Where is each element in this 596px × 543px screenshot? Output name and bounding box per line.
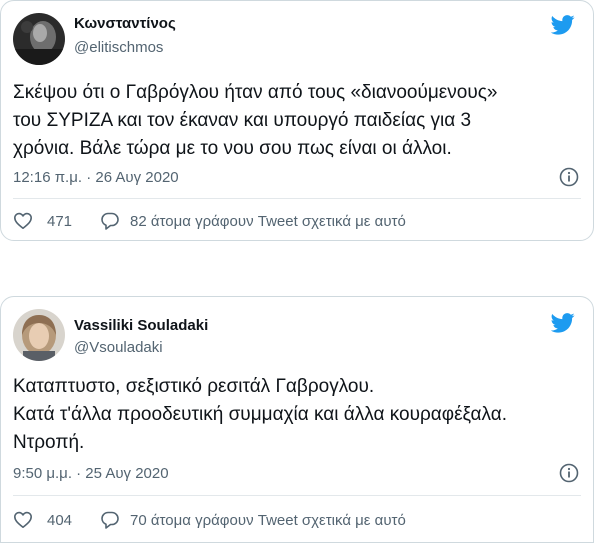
tweet-text-line: Καταπτυστο, σεξιστικό ρεσιτάλ Γαβρογλου. — [13, 376, 375, 397]
tweet-actions: 471 82 άτομα γράφουν Tweet σχετικά με αυ… — [13, 211, 406, 231]
tweet-text-line: του ΣΥΡΙΖΑ και τον έκαναν και υπουργό πα… — [13, 110, 472, 131]
twitter-bird-icon[interactable] — [551, 313, 575, 333]
info-icon[interactable] — [559, 167, 579, 187]
like-count[interactable]: 404 — [47, 512, 72, 529]
replies-link[interactable]: 70 άτομα γράφουν Tweet σχετικά με αυτό — [130, 512, 406, 529]
tweet-text: Καταπτυστο, σεξιστικό ρεσιτάλ Γαβρογλου.… — [13, 373, 583, 457]
tweet-text-line: Σκέψου ότι ο Γαβρόγλου ήταν από τους «δι… — [13, 82, 498, 103]
avatar[interactable] — [13, 13, 65, 65]
heart-icon[interactable] — [13, 211, 33, 231]
tweet-card[interactable]: Κωνσταντίνος @elitischmos Σκέψου ότι ο Γ… — [0, 0, 594, 241]
replies-link[interactable]: 82 άτομα γράφουν Tweet σχετικά με αυτό — [130, 213, 406, 230]
tweet-text-line: Κατά τ'άλλα προοδευτική συμμαχία και άλλ… — [13, 404, 508, 425]
tweet-actions: 404 70 άτομα γράφουν Tweet σχετικά με αυ… — [13, 510, 406, 530]
author-handle[interactable]: @Vsouladaki — [74, 339, 163, 356]
tweet-card[interactable]: Vassiliki Souladaki @Vsouladaki Καταπτυσ… — [0, 296, 594, 543]
tweet-timestamp[interactable]: 12:16 π.μ. · 26 Αυγ 2020 — [13, 169, 179, 186]
like-count[interactable]: 471 — [47, 213, 72, 230]
twitter-bird-icon[interactable] — [551, 15, 575, 35]
author-name[interactable]: Κωνσταντίνος — [74, 15, 176, 32]
reply-bubble-icon[interactable] — [100, 211, 120, 231]
reply-bubble-icon[interactable] — [100, 510, 120, 530]
avatar[interactable] — [13, 309, 65, 361]
divider — [13, 198, 581, 199]
tweet-text: Σκέψου ότι ο Γαβρόγλου ήταν από τους «δι… — [13, 79, 583, 163]
divider — [13, 495, 581, 496]
author-handle[interactable]: @elitischmos — [74, 39, 163, 56]
tweet-timestamp[interactable]: 9:50 μ.μ. · 25 Αυγ 2020 — [13, 465, 169, 482]
heart-icon[interactable] — [13, 510, 33, 530]
author-name[interactable]: Vassiliki Souladaki — [74, 317, 208, 334]
info-icon[interactable] — [559, 463, 579, 483]
tweet-text-line: χρόνια. Βάλε τώρα με το νου σου πως είνα… — [13, 138, 452, 159]
tweet-text-line: Ντροπή. — [13, 432, 85, 453]
